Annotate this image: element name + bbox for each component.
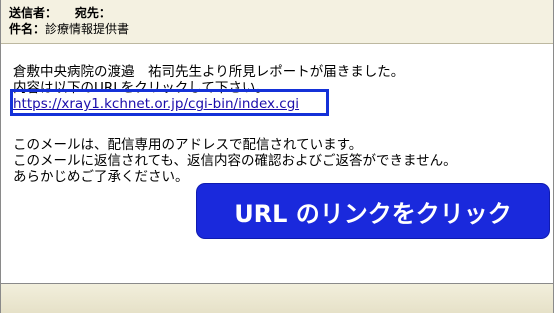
subject-value: 診療情報提供書: [45, 22, 130, 36]
notice-line-3: あらかじめご了承ください。: [13, 169, 189, 185]
header-row-subject: 件名：診療情報提供書: [9, 22, 129, 36]
body-line-1: 倉敷中央病院の渡邉 祐司先生より所見レポートが届きました。: [13, 64, 405, 80]
status-bar: [1, 284, 553, 313]
to-label: 宛先：: [74, 6, 111, 20]
from-label: 送信者：: [9, 6, 58, 20]
notice-paragraph: このメールは、配信専用のアドレスで配信されています。 このメールに返信されても、…: [13, 137, 457, 185]
subject-label: 件名：: [9, 22, 46, 36]
link-highlight-box: [10, 89, 329, 116]
email-header: 送信者： 宛先： 件名：診療情報提供書: [1, 0, 553, 44]
email-window: 送信者： 宛先： 件名：診療情報提供書 倉敷中央病院の渡邉 祐司先生より所見レポ…: [0, 0, 554, 313]
instruction-callout: URL のリンクをクリック: [197, 184, 549, 238]
notice-line-1: このメールは、配信専用のアドレスで配信されています。: [13, 137, 363, 153]
notice-line-2: このメールに返信されても、返信内容の確認およびご返答ができません。: [13, 153, 457, 169]
header-row-from-to: 送信者： 宛先：: [9, 6, 111, 20]
